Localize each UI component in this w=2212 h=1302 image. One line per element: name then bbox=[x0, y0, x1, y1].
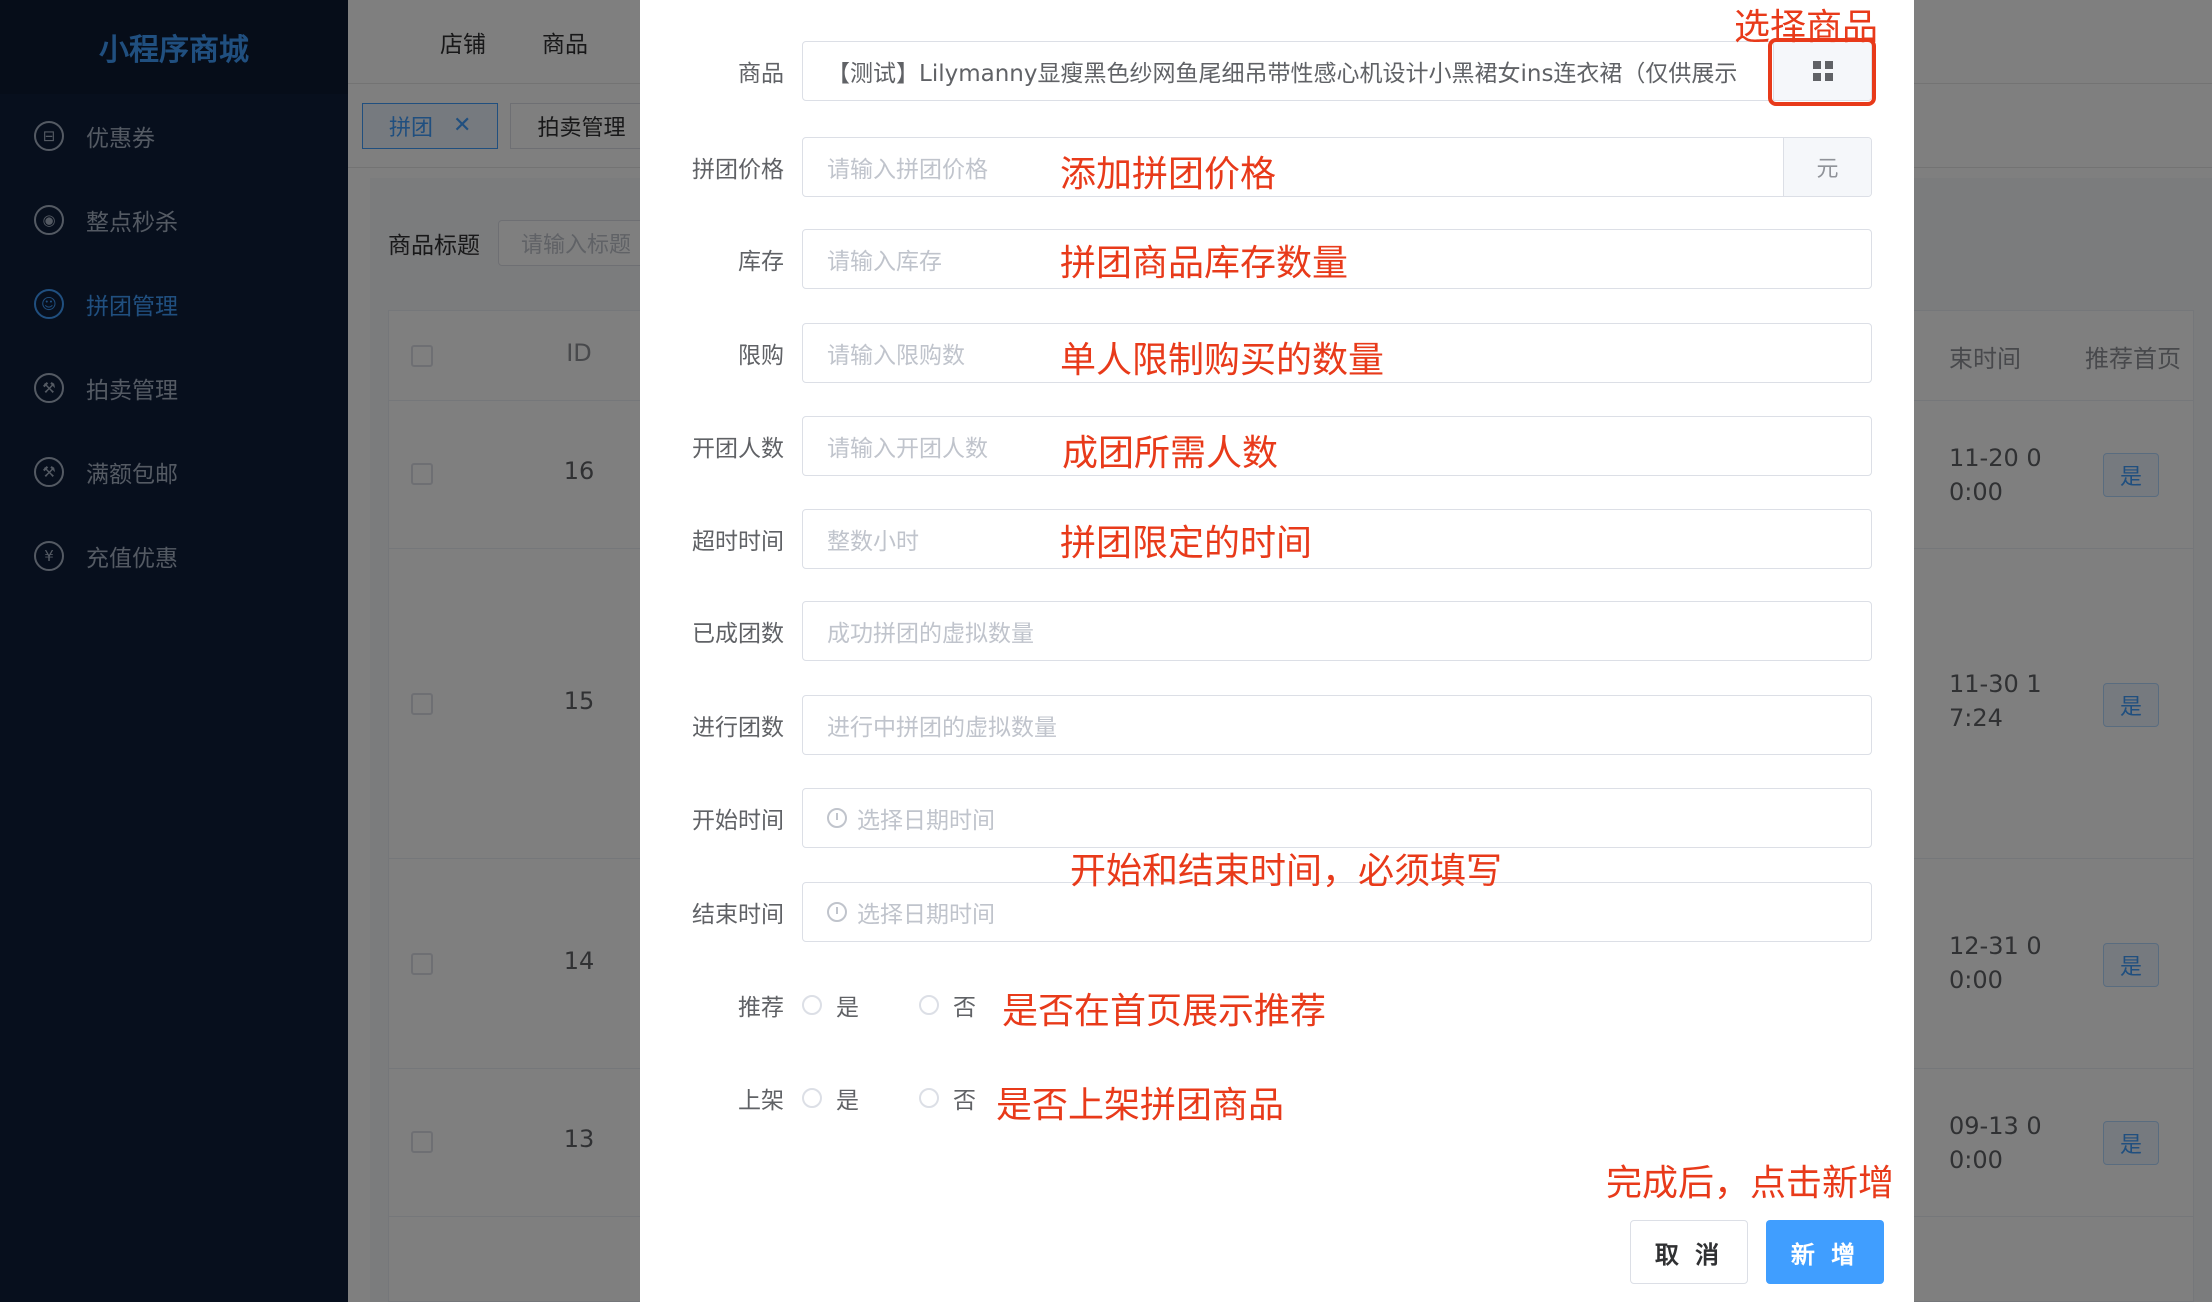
annotation-time: 开始和结束时间，必须填写 bbox=[1070, 851, 1503, 892]
stock-label: 库存 bbox=[738, 249, 784, 275]
listed-yes-radio[interactable]: 是 bbox=[802, 1081, 859, 1115]
stock-placeholder: 请输入库存 bbox=[827, 249, 942, 275]
product-field[interactable]: 【测试】Lilymanny显瘦黑色纱网鱼尾细吊带性感心机设计小黑裙女ins连衣裙… bbox=[802, 41, 1872, 101]
form-row-done-groups: 已成团数 成功拼团的虚拟数量 bbox=[640, 601, 1914, 661]
ongoing-groups-input[interactable]: 进行中拼团的虚拟数量 bbox=[802, 695, 1872, 755]
recommend-label: 推荐 bbox=[738, 995, 784, 1021]
done-groups-label: 已成团数 bbox=[692, 621, 784, 647]
annotation-group-size: 成团所需人数 bbox=[1062, 433, 1279, 474]
clock-icon bbox=[827, 808, 847, 828]
group-size-placeholder: 请输入开团人数 bbox=[827, 436, 988, 462]
listed-no-radio[interactable]: 否 bbox=[919, 1081, 976, 1115]
product-label: 商品 bbox=[738, 61, 784, 87]
annotation-price: 添加拼团价格 bbox=[1060, 154, 1277, 195]
form-row-price: 拼团价格 请输入拼团价格 元 bbox=[640, 137, 1914, 197]
done-groups-input[interactable]: 成功拼团的虚拟数量 bbox=[802, 601, 1872, 661]
annotation-select-product: 选择商品 bbox=[1734, 7, 1879, 48]
recommend-yes-radio[interactable]: 是 bbox=[802, 988, 859, 1022]
price-label: 拼团价格 bbox=[692, 157, 784, 183]
timeout-placeholder: 整数小时 bbox=[827, 529, 919, 555]
ongoing-groups-placeholder: 进行中拼团的虚拟数量 bbox=[827, 715, 1057, 741]
limit-label: 限购 bbox=[738, 343, 784, 369]
cancel-button[interactable]: 取 消 bbox=[1630, 1220, 1748, 1284]
ongoing-groups-label: 进行团数 bbox=[692, 715, 784, 741]
end-time-placeholder: 选择日期时间 bbox=[857, 902, 995, 928]
add-group-buy-dialog: 商品 【测试】Lilymanny显瘦黑色纱网鱼尾细吊带性感心机设计小黑裙女ins… bbox=[640, 0, 1914, 1302]
form-row-product: 商品 【测试】Lilymanny显瘦黑色纱网鱼尾细吊带性感心机设计小黑裙女ins… bbox=[640, 41, 1914, 101]
start-time-placeholder: 选择日期时间 bbox=[857, 808, 995, 834]
timeout-input[interactable]: 整数小时 bbox=[802, 509, 1872, 569]
group-size-label: 开团人数 bbox=[692, 436, 784, 462]
form-row-ongoing-groups: 进行团数 进行中拼团的虚拟数量 bbox=[640, 695, 1914, 755]
recommend-radio-group: 是 否 bbox=[802, 988, 1036, 1022]
annotation-recommend: 是否在首页展示推荐 bbox=[1002, 991, 1327, 1032]
listed-label: 上架 bbox=[738, 1088, 784, 1114]
submit-add-button[interactable]: 新 增 bbox=[1766, 1220, 1884, 1284]
limit-placeholder: 请输入限购数 bbox=[827, 343, 965, 369]
product-value: 【测试】Lilymanny显瘦黑色纱网鱼尾细吊带性感心机设计小黑裙女ins连衣裙… bbox=[827, 61, 1738, 87]
timeout-label: 超时时间 bbox=[692, 529, 784, 555]
annotation-limit: 单人限制购买的数量 bbox=[1060, 340, 1385, 381]
annotation-listed: 是否上架拼团商品 bbox=[996, 1085, 1285, 1126]
recommend-no-radio[interactable]: 否 bbox=[919, 988, 976, 1022]
start-time-picker[interactable]: 选择日期时间 bbox=[802, 788, 1872, 848]
annotation-timeout: 拼团限定的时间 bbox=[1060, 523, 1313, 564]
group-size-input[interactable]: 请输入开团人数 bbox=[802, 416, 1872, 476]
price-input[interactable]: 请输入拼团价格 元 bbox=[802, 137, 1872, 197]
clock-icon bbox=[827, 902, 847, 922]
form-row-start-time: 开始时间 选择日期时间 bbox=[640, 788, 1914, 848]
annotation-stock: 拼团商品库存数量 bbox=[1060, 243, 1349, 284]
annotation-done: 完成后，点击新增 bbox=[1606, 1163, 1895, 1204]
start-time-label: 开始时间 bbox=[692, 808, 784, 834]
end-time-label: 结束时间 bbox=[692, 902, 784, 928]
done-groups-placeholder: 成功拼团的虚拟数量 bbox=[827, 621, 1034, 647]
price-placeholder: 请输入拼团价格 bbox=[827, 157, 988, 183]
currency-unit: 元 bbox=[1783, 138, 1871, 196]
